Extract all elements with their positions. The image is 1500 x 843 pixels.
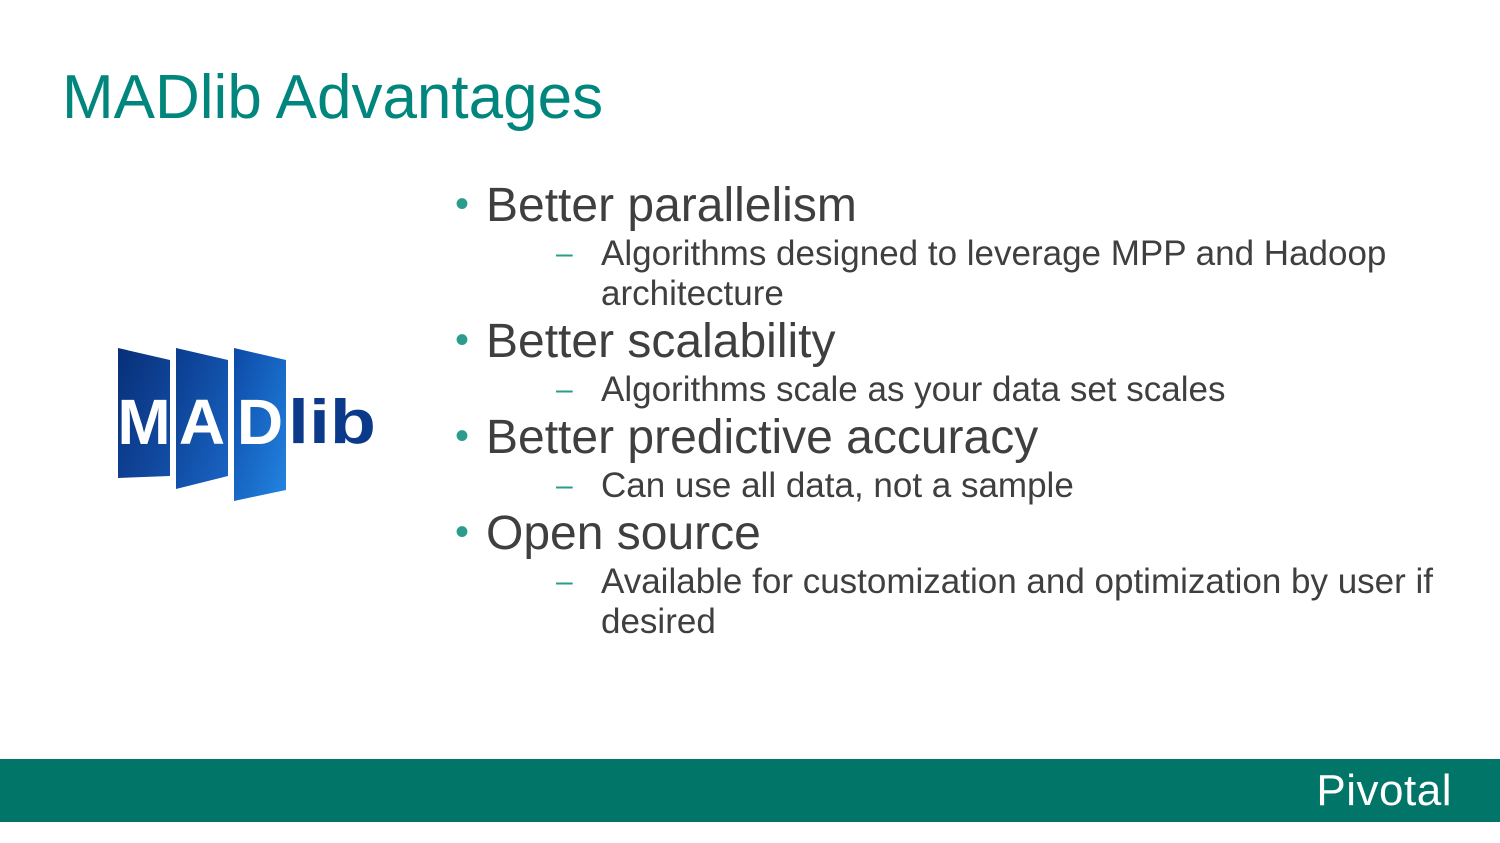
sub-bullet-list: – Algorithms scale as your data set scale… — [486, 370, 1455, 410]
sub-bullet-text: Algorithms designed to leverage MPP and … — [601, 234, 1387, 313]
bullet-text: Open source — [486, 507, 761, 560]
madlib-logo-graphic: M A D lib — [117, 348, 376, 501]
sub-bullet-item: – Algorithms scale as your data set scale… — [486, 370, 1455, 410]
bullet-item: • Better scalability – Algorithms scale as … — [455, 314, 1455, 410]
sub-bullet-text: Can use all data, not a sample — [601, 466, 1074, 505]
madlib-logo: M A D lib — [112, 298, 378, 550]
bullet-dot-icon: • — [455, 182, 470, 226]
sub-bullet-text: Available for customization and optimiza… — [601, 562, 1434, 641]
dash-icon: – — [556, 373, 573, 406]
bullet-list: • Better parallelism – Algorithms designed … — [455, 178, 1455, 644]
sub-bullet-list: – Available for customization and optimiz… — [486, 562, 1455, 642]
sub-bullet-item: – Can use all data, not a sample — [486, 466, 1455, 506]
slide-title: MADlib Advantages — [62, 63, 604, 132]
bullet-dot-icon: • — [455, 318, 470, 362]
bullet-text: Better scalability — [486, 315, 836, 368]
dash-icon: – — [556, 237, 573, 270]
footer-bar: Pivotal — [0, 759, 1500, 822]
bullet-dot-icon: • — [455, 510, 470, 554]
sub-bullet-item: – Algorithms designed to leverage MPP and… — [486, 234, 1455, 314]
logo-letter-m: M — [117, 386, 170, 458]
bullet-item: • Open source – Available for customization… — [455, 506, 1455, 642]
logo-suffix-lib: lib — [288, 388, 376, 457]
sub-bullet-item: – Available for customization and optimiz… — [486, 562, 1455, 642]
logo-letter-a: A — [179, 386, 225, 458]
bullet-item: • Better parallelism – Algorithms designed … — [455, 178, 1455, 314]
bullet-text: Better predictive accuracy — [486, 411, 1039, 464]
logo-letter-d: D — [237, 386, 283, 458]
sub-bullet-list: – Can use all data, not a sample — [486, 466, 1455, 506]
sub-bullet-list: – Algorithms designed to leverage MPP and… — [486, 234, 1455, 314]
bullet-dot-icon: • — [455, 414, 470, 458]
dash-icon: – — [556, 565, 573, 598]
pivotal-brand-logo: Pivotal — [1316, 766, 1452, 815]
dash-icon: – — [556, 469, 573, 502]
sub-bullet-text: Algorithms scale as your data set scales — [601, 370, 1226, 409]
bullet-text: Better parallelism — [486, 179, 857, 232]
bullet-item: • Better predictive accuracy – Can use all … — [455, 410, 1455, 506]
